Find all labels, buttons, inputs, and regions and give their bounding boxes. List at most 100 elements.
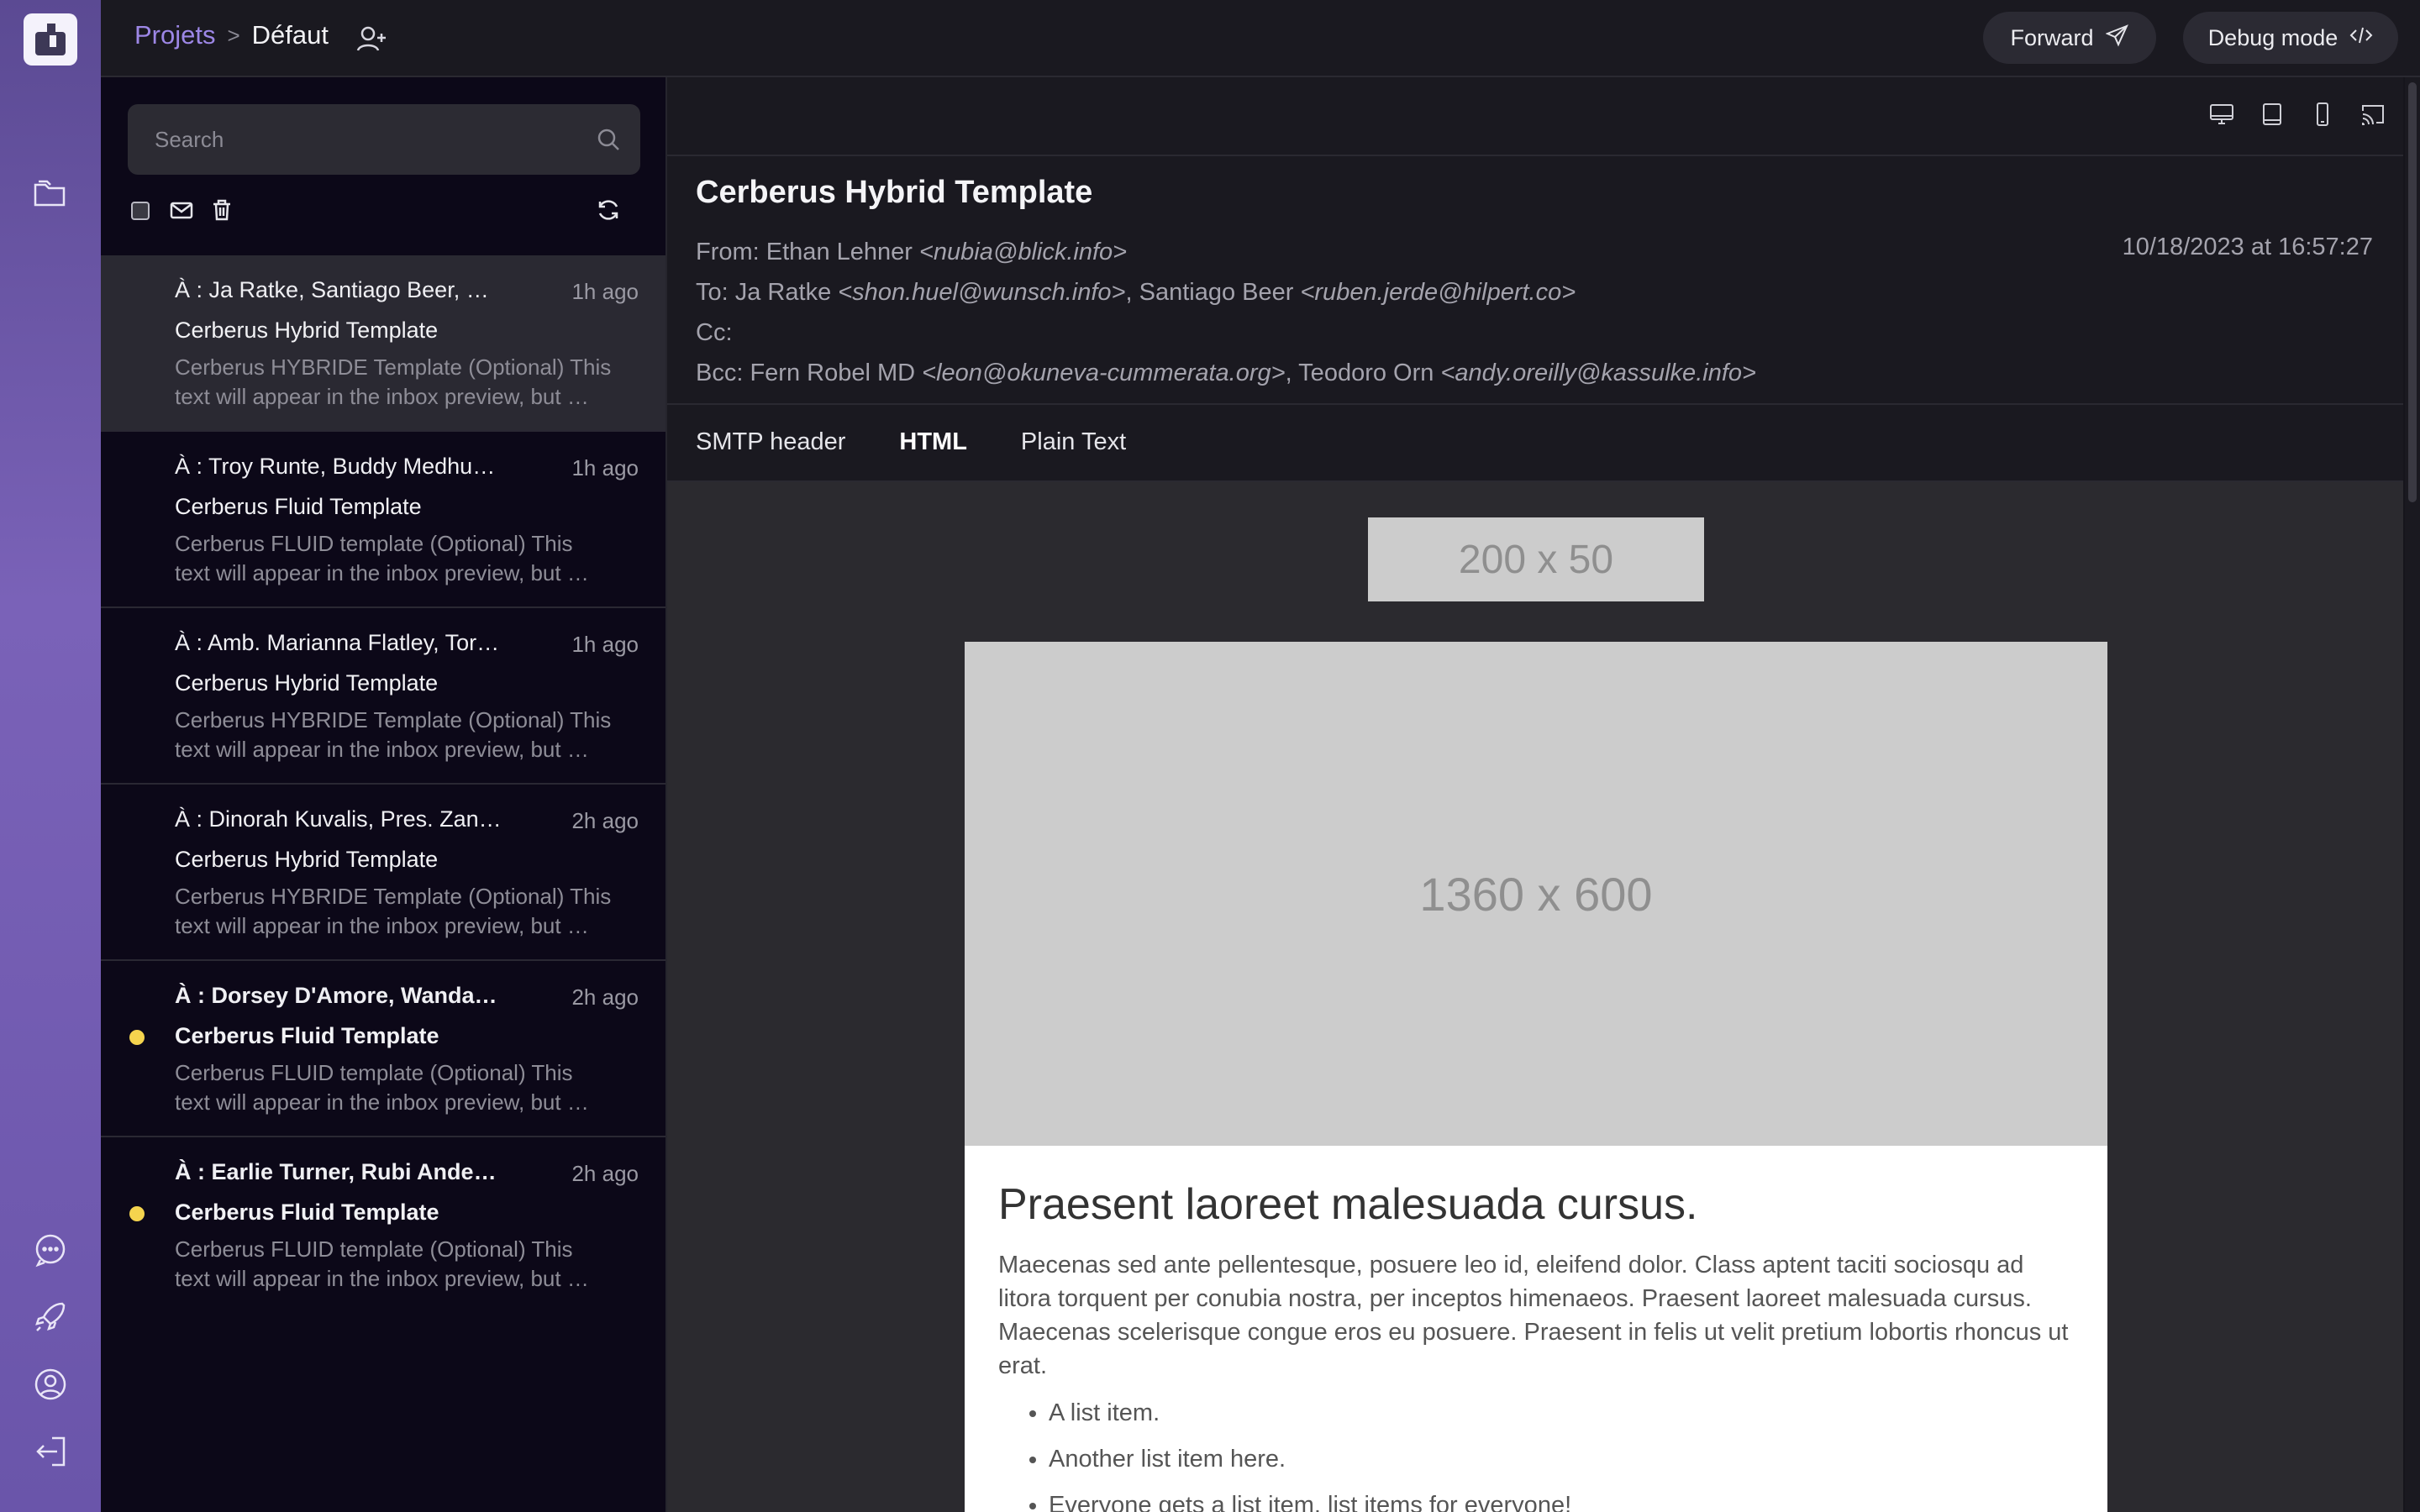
rocket-icon[interactable]: [32, 1299, 69, 1336]
list-toolbar: [128, 197, 640, 230]
email-body-content: Praesent laoreet malesuada cursus. Maece…: [965, 1146, 2107, 1512]
email-preview: Cerberus FLUID template (Optional) This …: [175, 1236, 589, 1291]
send-icon: [2104, 24, 2129, 53]
view-tabs: SMTP header HTML Plain Text: [696, 428, 1126, 456]
from-name: Ethan Lehner: [765, 239, 919, 265]
logout-icon[interactable]: [32, 1433, 69, 1470]
detail-scrollbar[interactable]: [2405, 77, 2420, 1512]
email-detail-panel: Cerberus Hybrid Template 10/18/2023 at 1…: [667, 77, 2403, 1512]
email-subject: Cerberus Fluid Template: [175, 1200, 439, 1225]
email-time: 1h ago: [571, 632, 639, 657]
email-list-item[interactable]: À : Troy Runte, Buddy Medhur… 1h ago Cer…: [101, 432, 666, 608]
email-title: Cerberus Hybrid Template: [696, 175, 1093, 210]
email-list-panel: À : Ja Ratke, Santiago Beer, Fe… 1h ago …: [101, 77, 667, 1512]
body-paragraph: Maecenas sed ante pellentesque, posuere …: [998, 1252, 2069, 1379]
email-subject: Cerberus Fluid Template: [175, 494, 422, 519]
email-date: 10/18/2023 at 16:57:27: [2122, 234, 2373, 260]
email-meta: From: Ethan Lehner <nubia@blick.info> To…: [696, 232, 1756, 393]
search-icon[interactable]: [595, 126, 622, 153]
from-label: From:: [696, 239, 766, 265]
email-subject: Cerberus Hybrid Template: [175, 318, 439, 343]
trash-icon[interactable]: [208, 197, 235, 223]
email-list-item[interactable]: À : Amb. Marianna Flatley, Tori… 1h ago …: [101, 608, 666, 785]
top-bar: Projets > Défaut Forward Debug mode: [101, 0, 2420, 77]
email-subject: Cerberus Fluid Template: [175, 1023, 439, 1048]
unread-dot: [129, 1206, 145, 1221]
bcc-address: <leon@okuneva-cummerata.org>: [922, 360, 1286, 386]
cc-line: Cc:: [696, 312, 1756, 353]
breadcrumb-separator: >: [227, 22, 240, 48]
chat-icon[interactable]: [32, 1231, 69, 1268]
email-recipients: À : Amb. Marianna Flatley, Tori…: [175, 630, 502, 655]
logo-placeholder-image: 200 x 50: [1368, 517, 1704, 601]
to-line: To: Ja Ratke <shon.huel@wunsch.info>, Sa…: [696, 272, 1756, 312]
to-name: Ja Ratke: [734, 279, 839, 306]
email-preview: Cerberus HYBRIDE Template (Optional) Thi…: [175, 884, 612, 938]
phone-icon[interactable]: [2309, 101, 2336, 128]
email-list-item[interactable]: À : Dorsey D'Amore, Wanda H… 2h ago Cerb…: [101, 961, 666, 1137]
tab-smtp-header[interactable]: SMTP header: [696, 428, 845, 456]
to-address: <shon.huel@wunsch.info>: [838, 279, 1126, 306]
body-heading: Praesent laoreet malesuada cursus.: [998, 1180, 1698, 1229]
search-box: [128, 104, 640, 175]
to-name: , Santiago Beer: [1125, 279, 1301, 306]
device-toolbar: [2208, 101, 2386, 128]
folder-icon[interactable]: [32, 175, 69, 212]
email-preview: Cerberus HYBRIDE Template (Optional) Thi…: [175, 707, 612, 762]
to-label: To:: [696, 279, 735, 306]
search-input[interactable]: [128, 104, 640, 175]
email-preview: Cerberus FLUID template (Optional) This …: [175, 531, 589, 585]
bcc-label: Bcc:: [696, 360, 750, 386]
email-recipients: À : Dinorah Kuvalis, Pres. Zane…: [175, 806, 502, 832]
list-item: Everyone gets a list item, list items fo…: [1049, 1492, 2074, 1512]
divider: [667, 155, 2403, 156]
breadcrumb: Projets > Défaut: [134, 20, 329, 50]
debug-mode-button[interactable]: Debug mode: [2183, 12, 2398, 64]
tab-plain-text[interactable]: Plain Text: [1021, 428, 1126, 456]
scrollbar-thumb[interactable]: [2408, 82, 2417, 502]
desktop-icon[interactable]: [2208, 101, 2235, 128]
select-all-checkbox-icon[interactable]: [128, 197, 155, 223]
list-item: A list item.: [1049, 1399, 2074, 1427]
email-time: 2h ago: [571, 984, 639, 1010]
debug-label: Debug mode: [2207, 24, 2338, 50]
from-address: <nubia@blick.info>: [918, 239, 1128, 265]
cast-icon[interactable]: [2360, 101, 2386, 128]
user-circle-icon[interactable]: [32, 1366, 69, 1403]
forward-button[interactable]: Forward: [1983, 12, 2156, 64]
mailbox-logo-icon[interactable]: [24, 13, 77, 66]
email-recipients: À : Troy Runte, Buddy Medhur…: [175, 454, 502, 479]
email-preview: Cerberus FLUID template (Optional) This …: [175, 1060, 589, 1115]
app-rail: [0, 0, 101, 1512]
body-list: A list item. Another list item here. Eve…: [998, 1399, 2074, 1512]
breadcrumb-projects-link[interactable]: Projets: [134, 20, 215, 50]
add-user-icon[interactable]: [355, 22, 388, 55]
bcc-name: , Teodoro Orn: [1285, 360, 1441, 386]
email-recipients: À : Earlie Turner, Rubi Anders…: [175, 1159, 502, 1184]
html-preview: 200 x 50 1360 x 600 Praesent laoreet mal…: [667, 482, 2403, 1512]
breadcrumb-current: Défaut: [251, 20, 329, 50]
email-time: 2h ago: [571, 808, 639, 833]
email-preview: Cerberus HYBRIDE Template (Optional) Thi…: [175, 354, 612, 409]
bcc-line: Bcc: Fern Robel MD <leon@okuneva-cummera…: [696, 353, 1756, 393]
email-time: 1h ago: [571, 279, 639, 304]
email-list-item[interactable]: À : Earlie Turner, Rubi Anders… 2h ago C…: [101, 1137, 666, 1314]
refresh-icon[interactable]: [595, 197, 622, 223]
list-item: Another list item here.: [1049, 1446, 2074, 1473]
unread-dot: [129, 1030, 145, 1045]
email-subject: Cerberus Hybrid Template: [175, 847, 439, 872]
email-list: À : Ja Ratke, Santiago Beer, Fe… 1h ago …: [101, 255, 666, 1314]
bcc-name: Fern Robel MD: [750, 360, 923, 386]
email-subject: Cerberus Hybrid Template: [175, 670, 439, 696]
email-list-item[interactable]: À : Dinorah Kuvalis, Pres. Zane… 2h ago …: [101, 785, 666, 961]
hero-placeholder-image: 1360 x 600: [965, 642, 2107, 1146]
tablet-icon[interactable]: [2259, 101, 2286, 128]
email-recipients: À : Dorsey D'Amore, Wanda H…: [175, 983, 502, 1008]
to-address: <ruben.jerde@hilpert.co>: [1300, 279, 1576, 306]
email-recipients: À : Ja Ratke, Santiago Beer, Fe…: [175, 277, 502, 302]
email-time: 2h ago: [571, 1161, 639, 1186]
email-list-item[interactable]: À : Ja Ratke, Santiago Beer, Fe… 1h ago …: [101, 255, 666, 432]
tab-html[interactable]: HTML: [899, 428, 967, 456]
envelope-icon[interactable]: [168, 197, 195, 223]
bcc-address: <andy.oreilly@kassulke.info>: [1440, 360, 1756, 386]
